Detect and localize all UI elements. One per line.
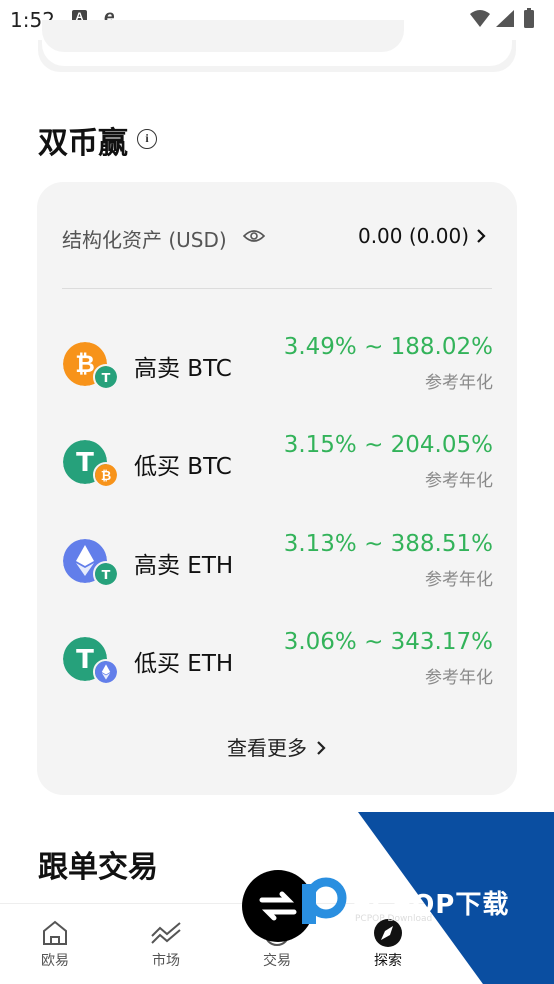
structured-asset-label: 结构化资产 (USD) (62, 228, 227, 252)
product-row[interactable]: T 高卖 ETH 3.13% ~ 388.51% 参考年化 (37, 531, 517, 609)
nav-item-home[interactable]: 欧易 (25, 918, 85, 970)
home-icon (43, 920, 67, 945)
svg-text:T: T (102, 567, 111, 582)
nav-item-explore[interactable]: 探索 (358, 918, 418, 970)
eye-icon[interactable] (243, 226, 265, 246)
product-name: 低买 ETH (134, 651, 234, 677)
dual-coin-title: 双币赢 (38, 126, 128, 161)
nav-label: 欧易 (41, 953, 69, 969)
product-rate: 3.06% ~ 343.17% (283, 629, 493, 655)
signal-battery-icons (470, 8, 534, 28)
product-name: 高卖 BTC (134, 356, 232, 382)
cell-signal-icon (496, 10, 514, 27)
nav-label: 市场 (152, 953, 180, 969)
product-row[interactable]: T 低买 ETH 3.06% ~ 343.17% 参考年化 (37, 629, 517, 707)
nav-label: 探索 (374, 953, 402, 969)
info-icon[interactable]: i (137, 129, 157, 149)
product-row[interactable]: ₿ T 高卖 BTC 3.49% ~ 188.02% 参考年化 (37, 334, 517, 412)
svg-text:T: T (76, 645, 94, 675)
product-rate-label: 参考年化 (425, 570, 493, 590)
nav-label: 交易 (263, 953, 291, 969)
svg-text:₿: ₿ (75, 350, 95, 378)
product-name: 高卖 ETH (134, 553, 234, 579)
card-divider (62, 288, 492, 289)
product-rate: 3.13% ~ 388.51% (283, 531, 493, 557)
product-rate-label: 参考年化 (425, 668, 493, 688)
status-indicators (468, 8, 538, 35)
watermark-sub: PCPOP Download (355, 914, 433, 924)
usdt-coin-icon: T (93, 561, 119, 587)
view-more-label: 查看更多 (227, 736, 307, 760)
structured-asset-value[interactable]: 0.00 (0.00) (358, 224, 469, 248)
svg-text:T: T (102, 370, 111, 385)
chevron-right-icon[interactable] (475, 226, 487, 246)
product-rate-label: 参考年化 (425, 373, 493, 393)
previous-card-inner-bottom (42, 20, 404, 52)
eth-coin-icon (93, 659, 119, 685)
product-rate: 3.49% ~ 188.02% (283, 334, 493, 360)
product-rate: 3.15% ~ 204.05% (283, 432, 493, 458)
battery-icon (524, 10, 534, 28)
product-name: 低买 BTC (134, 454, 232, 480)
nav-item-market[interactable]: 市场 (136, 918, 196, 970)
copy-trading-title: 跟单交易 (38, 850, 158, 885)
btc-coin-icon: ₿ (93, 462, 119, 488)
product-row[interactable]: T ₿ 低买 BTC 3.15% ~ 204.05% 参考年化 (37, 432, 517, 510)
watermark-p-icon (302, 877, 347, 924)
market-icon (151, 922, 181, 944)
svg-text:T: T (76, 448, 94, 478)
product-rate-label: 参考年化 (425, 471, 493, 491)
svg-text:₿: ₿ (101, 468, 111, 483)
usdt-coin-icon: T (93, 364, 119, 390)
dual-coin-card: 结构化资产 (USD) 0.00 (0.00) ₿ T 高卖 BTC 3.49%… (37, 182, 517, 795)
wifi-icon (470, 10, 490, 27)
chevron-right-icon (317, 741, 326, 755)
view-more-button[interactable]: 查看更多 (37, 732, 517, 761)
